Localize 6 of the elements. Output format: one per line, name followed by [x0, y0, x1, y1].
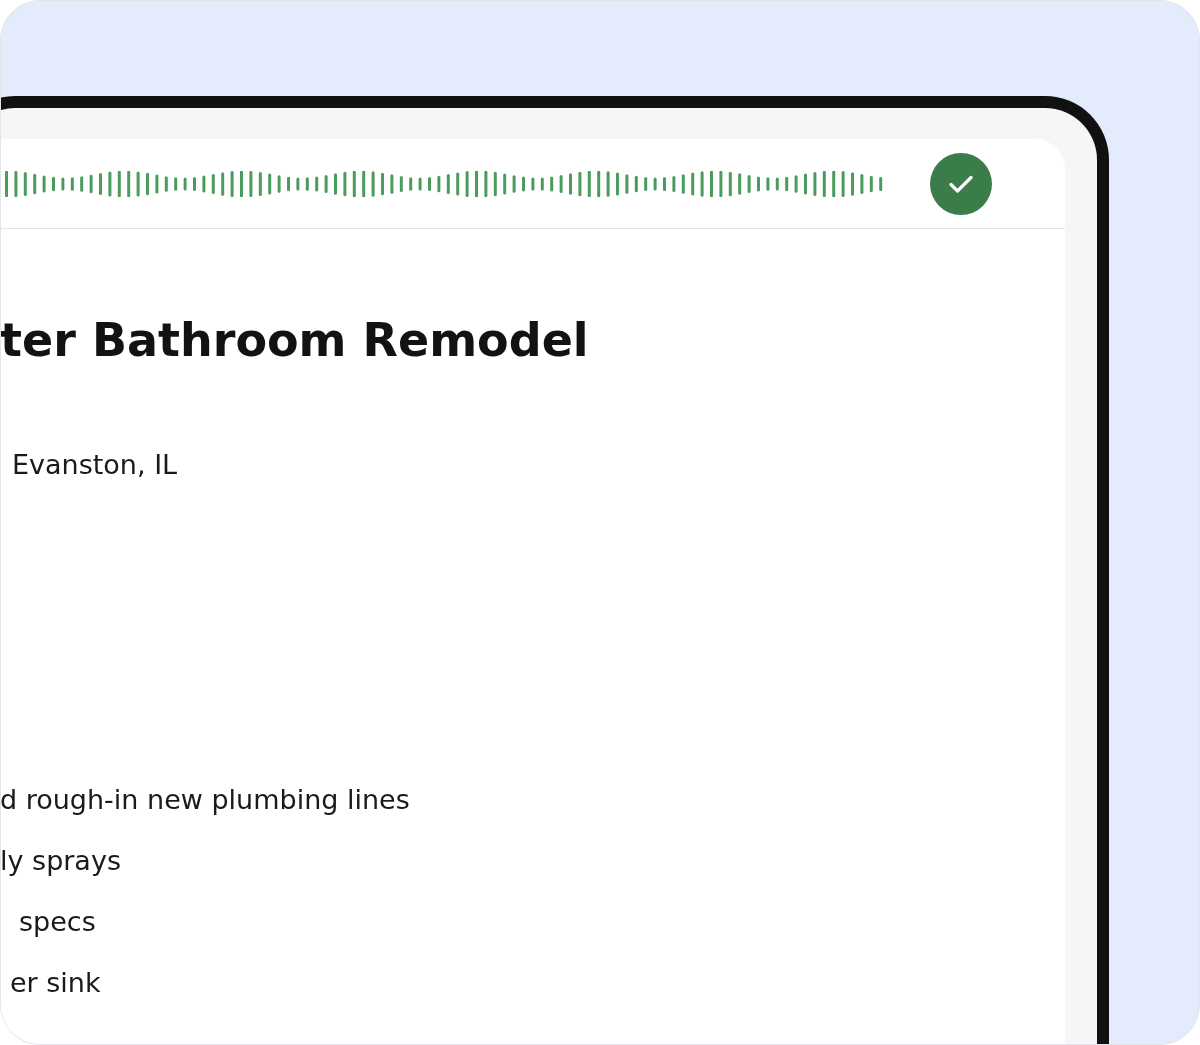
scope-item: specs	[19, 905, 96, 939]
project-location: Evanston, IL	[12, 448, 178, 482]
scope-item: d rough-in new plumbing lines	[1, 783, 410, 817]
scope-item: er sink	[10, 966, 101, 1000]
check-icon	[949, 174, 973, 193]
scope-item: ly sprays	[1, 844, 121, 878]
